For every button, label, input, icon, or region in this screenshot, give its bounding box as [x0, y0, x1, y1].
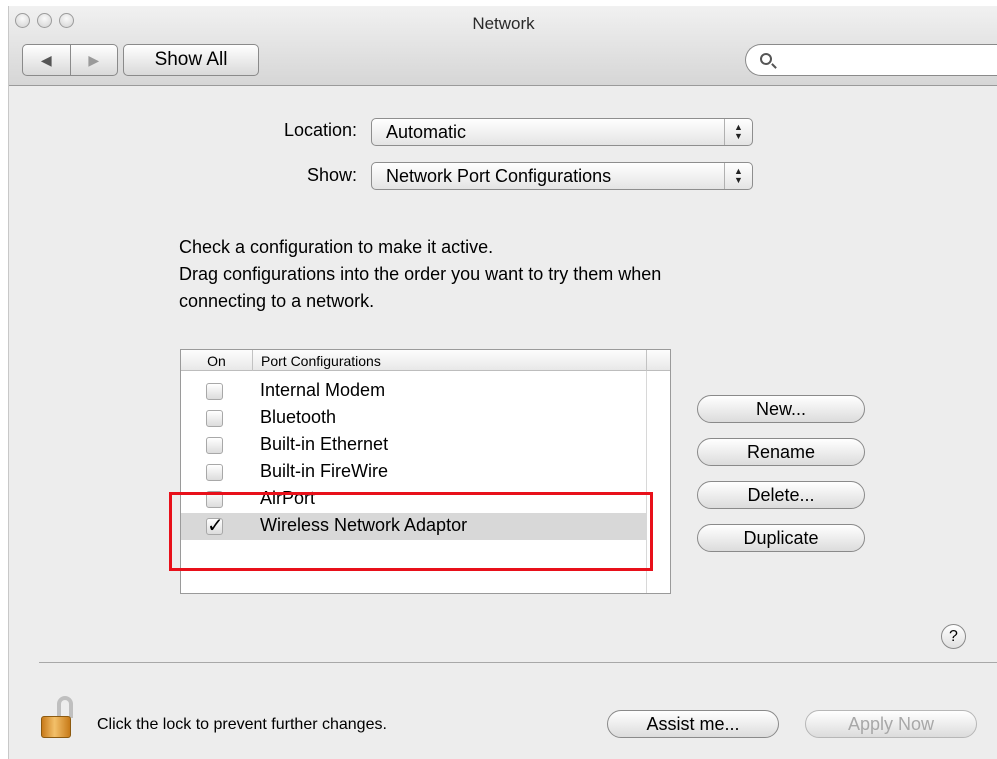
show-label: Show:	[306, 165, 357, 185]
search-field[interactable]	[745, 44, 997, 76]
column-header-port-configurations[interactable]: Port Configurations	[261, 350, 381, 371]
location-label: Location:	[283, 120, 357, 140]
enable-checkbox[interactable]	[206, 464, 223, 481]
lock-icon[interactable]	[41, 696, 81, 740]
location-value: Automatic	[386, 121, 467, 142]
port-name: Internal Modem	[260, 380, 386, 400]
enable-checkbox[interactable]	[206, 437, 223, 454]
search-icon	[760, 53, 772, 65]
table-row[interactable]: Built-in Ethernet	[181, 432, 647, 459]
show-value: Network Port Configurations	[386, 165, 612, 186]
divider	[39, 662, 997, 663]
lock-status-text: Click the lock to prevent further change…	[97, 716, 387, 733]
new-button[interactable]: New...	[697, 395, 865, 423]
table-row[interactable]: Bluetooth	[181, 405, 647, 432]
assist-me-button[interactable]: Assist me...	[607, 710, 779, 738]
instructions-text: Check a configuration to make it active.…	[179, 234, 661, 315]
port-name: Bluetooth	[260, 407, 337, 427]
show-popup[interactable]: Network Port Configurations ▲ ▼	[371, 162, 753, 190]
delete-button[interactable]: Delete...	[697, 481, 865, 509]
popup-arrows-icon: ▲ ▼	[724, 119, 752, 145]
port-name: Built-in FireWire	[260, 461, 389, 481]
duplicate-button[interactable]: Duplicate	[697, 524, 865, 552]
lock-shackle	[57, 696, 73, 718]
instruction-line: Check a configuration to make it active.	[179, 237, 494, 257]
column-header-on[interactable]: On	[181, 350, 253, 371]
popup-arrows-icon: ▲ ▼	[724, 163, 752, 189]
back-forward-control: ◀ ▶	[22, 44, 118, 76]
enable-checkbox[interactable]	[206, 383, 223, 400]
enable-checkbox[interactable]	[206, 410, 223, 427]
table-header: On Port Configurations	[181, 350, 670, 371]
toolbar: Network ◀ ▶ Show All	[9, 6, 997, 86]
lock-body	[41, 716, 71, 738]
window-title: Network	[472, 14, 535, 33]
rename-button[interactable]: Rename	[697, 438, 865, 466]
instruction-line: connecting to a network.	[179, 291, 375, 311]
apply-now-button[interactable]: Apply Now	[805, 710, 977, 738]
forward-arrow-icon[interactable]: ▶	[69, 45, 118, 75]
highlight-box	[169, 492, 653, 571]
help-button[interactable]: ?	[941, 624, 966, 649]
table-row[interactable]: Internal Modem	[181, 378, 647, 405]
table-row[interactable]: Built-in FireWire	[181, 459, 647, 486]
network-preferences-window: Network ◀ ▶ Show All Location: Automatic…	[8, 6, 997, 759]
instruction-line: Drag configurations into the order you w…	[179, 264, 662, 284]
location-popup[interactable]: Automatic ▲ ▼	[371, 118, 753, 146]
back-arrow-icon[interactable]: ◀	[23, 45, 70, 75]
port-name: Built-in Ethernet	[260, 434, 389, 454]
column-header-corner	[646, 350, 670, 371]
show-all-button[interactable]: Show All	[123, 44, 259, 76]
